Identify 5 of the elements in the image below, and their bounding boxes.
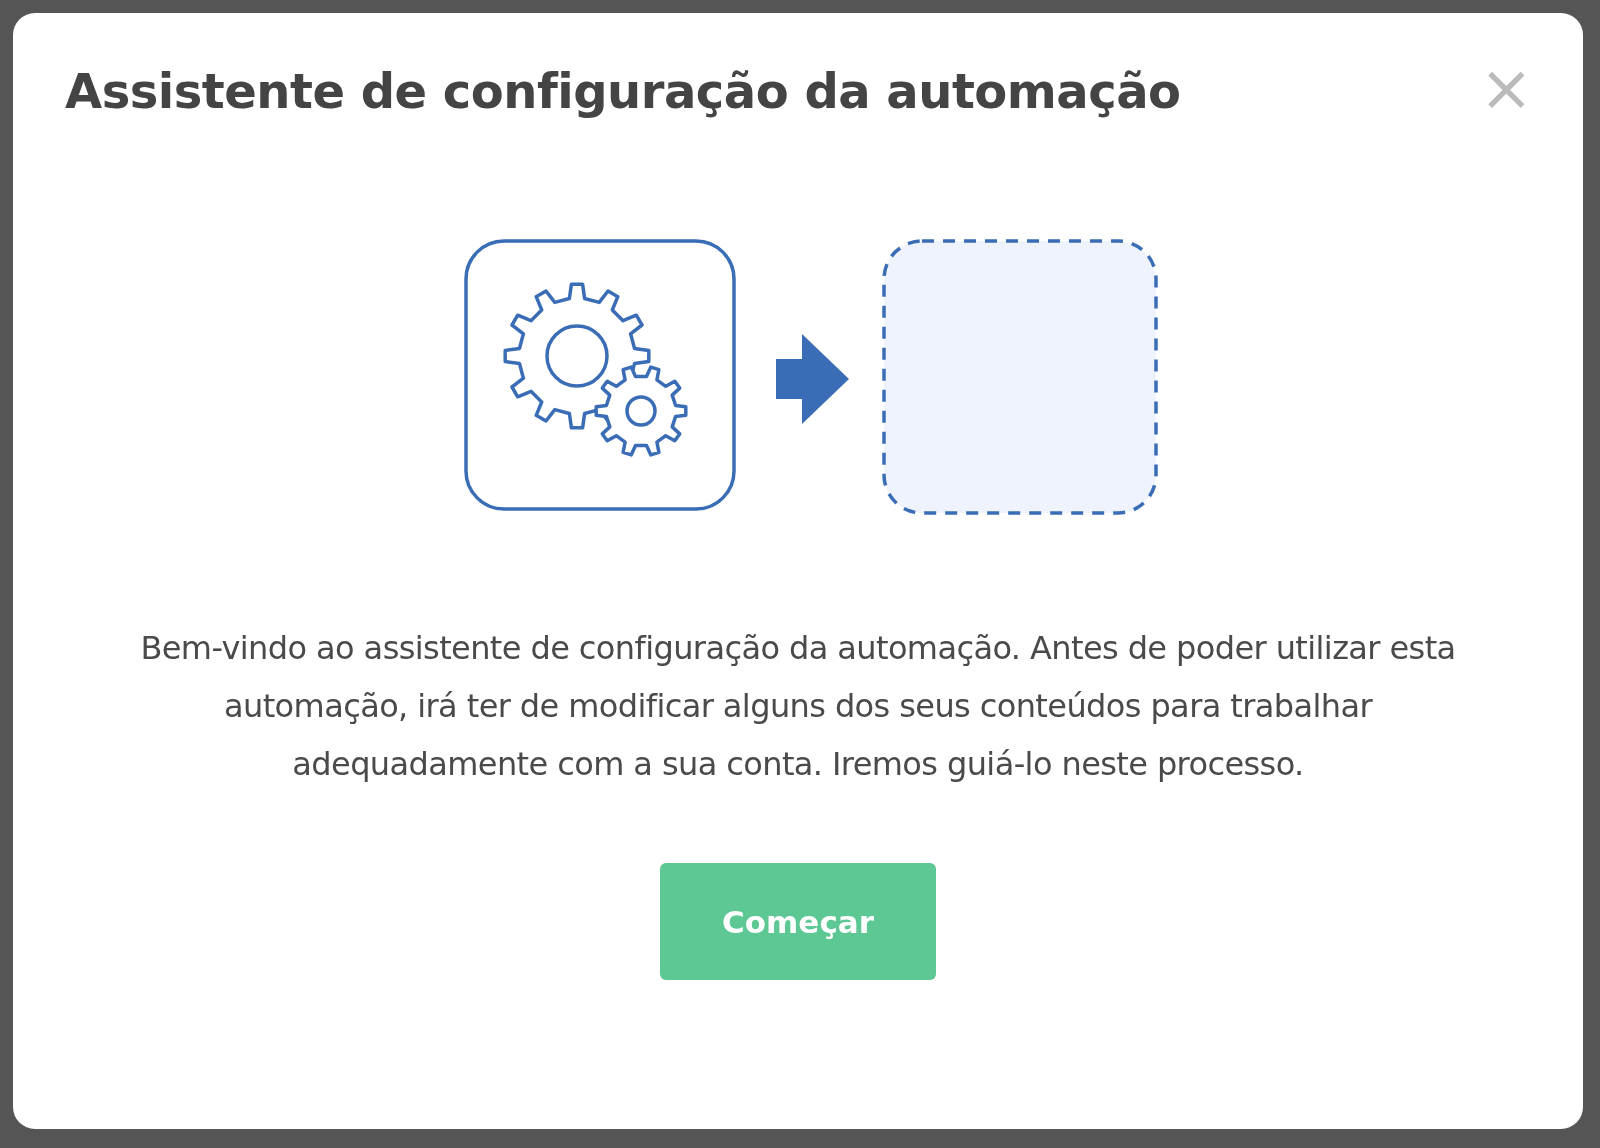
arrow-icon [776,334,850,424]
start-button[interactable]: Começar [660,863,936,980]
welcome-text: Bem-vindo ao assistente de configuração da automação. Antes de poder utilizar esta automação, irá ter de modificar alguns dos seus conteúdos para trabalhar adequadamente com a sua conta. Iremos guiá-lo neste processo. [139,628,1457,785]
dialog-title: Assistente de configuração da automação [65,63,1181,119]
close-button[interactable]: × [1479,63,1533,115]
